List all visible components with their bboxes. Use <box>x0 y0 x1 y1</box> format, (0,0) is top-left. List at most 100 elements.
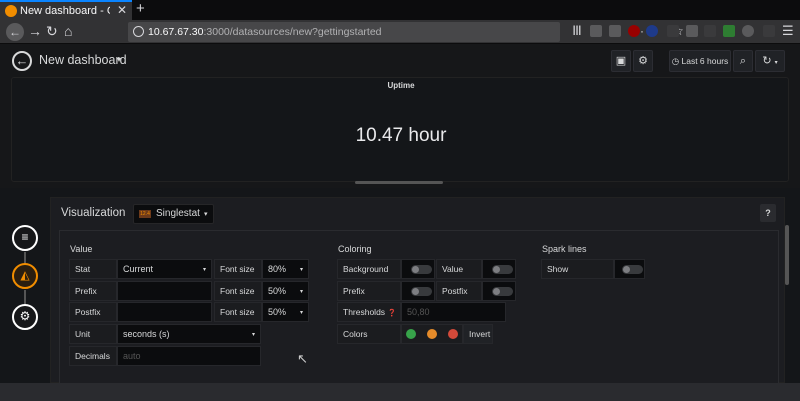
thresholds-input[interactable]: 50,80 <box>401 302 506 322</box>
save-dashboard-icon[interactable]: ▣ <box>611 50 631 72</box>
back-to-dashboard-icon[interactable]: ← <box>12 51 32 71</box>
font-size-value: 80% <box>268 264 287 274</box>
settings-gear-icon[interactable]: ⚙ <box>633 50 653 72</box>
coloring-section-title: Coloring <box>338 244 372 254</box>
invert-button[interactable]: Invert <box>463 324 493 344</box>
font-size-label: Font size <box>214 259 262 279</box>
extension-icon[interactable] <box>667 25 679 37</box>
panel-resize-handle[interactable] <box>355 181 443 184</box>
unit-select-value: seconds (s) <box>123 329 170 339</box>
thresholds-label: Thresholds ❓ <box>337 302 401 322</box>
stat-label: Stat <box>69 259 117 279</box>
chevron-down-icon: ▾ <box>251 332 255 338</box>
site-info-icon[interactable] <box>133 26 144 37</box>
visualization-picker[interactable]: 12.4 Singlestat ▾ <box>133 204 214 224</box>
home-icon[interactable]: ⌂ <box>64 23 72 39</box>
singlestat-plugin-icon: 12.4 <box>139 210 151 218</box>
chevron-down-icon: ▾ <box>299 310 303 316</box>
g-extension-icon[interactable] <box>723 25 735 37</box>
stat-select[interactable]: Current ▾ <box>117 259 212 279</box>
visualization-header: Visualization 12.4 Singlestat ▾ ? <box>51 198 786 228</box>
postfix-font-size-label: Font size <box>214 302 262 322</box>
url-bar[interactable]: 10.67.67.30:3000/datasources/new?getting… <box>128 22 684 42</box>
chevron-down-icon[interactable]: ▾ <box>117 55 121 64</box>
panel-value: 10.47 hour <box>355 125 447 146</box>
reload-icon[interactable]: ↻ <box>46 23 58 40</box>
value-toggle[interactable] <box>492 265 513 274</box>
queries-database-icon[interactable]: ≡ <box>12 225 38 251</box>
zoom-out-icon[interactable]: ⌕ <box>733 50 753 72</box>
prefix-coloring-label: Prefix <box>337 281 401 301</box>
color-swatch-warn[interactable] <box>427 329 437 339</box>
prefix-toggle[interactable] <box>411 287 432 296</box>
unit-select[interactable]: seconds (s) ▾ <box>117 324 261 344</box>
general-settings-gear-icon[interactable]: ⚙ <box>12 304 38 330</box>
s-extension-icon[interactable] <box>646 25 658 37</box>
postfix-font-size-value: 50% <box>268 307 287 317</box>
background-toggle-box[interactable] <box>401 259 435 279</box>
url-text: 10.67.67.30:3000/datasources/new?getting… <box>148 26 382 38</box>
browser-tab[interactable]: New dashboard - Grafana ✕ <box>0 0 132 20</box>
postfix-coloring-label: Postfix <box>436 281 482 301</box>
ublock-icon[interactable] <box>628 25 640 37</box>
hamburger-menu-icon[interactable]: ☰ <box>782 23 794 39</box>
help-button[interactable]: ? <box>760 204 776 222</box>
singlestat-panel[interactable]: Uptime 10.47 hour <box>11 77 789 182</box>
chevron-down-icon: ▾ <box>202 267 206 273</box>
color-swatch-ok[interactable] <box>406 329 416 339</box>
visualization-chart-icon[interactable]: ◭ <box>12 263 38 289</box>
extension-icon[interactable] <box>704 25 716 37</box>
postfix-toggle-box[interactable] <box>482 281 516 301</box>
screenshot-icon[interactable] <box>609 25 621 37</box>
time-range-label: Last 6 hours <box>681 56 729 66</box>
chevron-down-icon: ▾ <box>774 60 778 66</box>
library-icon[interactable]: ||| <box>571 25 583 37</box>
postfix-font-size-select[interactable]: 50% ▾ <box>262 302 309 322</box>
prefix-toggle-box[interactable] <box>401 281 435 301</box>
editor-sidebar: ≡ ◭ ⚙ <box>0 188 50 383</box>
sparkline-toggle-box[interactable] <box>614 259 645 279</box>
extension-icon[interactable] <box>686 25 698 37</box>
decimals-label: Decimals <box>69 346 117 366</box>
prefix-input[interactable] <box>117 281 212 301</box>
dashboard-header: ← New dashboard ▾ ▣ ⚙ ◷ Last 6 hours ⌕ ↻… <box>0 45 800 77</box>
back-arrow-icon[interactable]: ← <box>6 23 24 41</box>
visualization-label: Visualization <box>61 207 126 219</box>
mouse-cursor-icon: ↖ <box>297 351 308 366</box>
url-path: :3000/datasources/new?gettingstarted <box>203 26 382 38</box>
prefix-font-size-value: 50% <box>268 286 287 296</box>
extension-icon[interactable] <box>763 25 775 37</box>
value-font-size-select[interactable]: 80% ▾ <box>262 259 309 279</box>
dashboard-title[interactable]: New dashboard <box>39 53 127 67</box>
show-sparkline-label: Show <box>541 259 614 279</box>
color-swatch-critical[interactable] <box>448 329 458 339</box>
panel-title[interactable]: Uptime <box>12 81 790 90</box>
chevron-down-icon: ▾ <box>204 211 208 218</box>
clock-icon: ◷ <box>671 56 680 66</box>
browser-tab-bar: New dashboard - Grafana ✕ + <box>0 0 800 20</box>
sidebar-icon[interactable] <box>590 25 602 37</box>
tab-title: New dashboard - Grafana <box>20 5 110 17</box>
postfix-toggle[interactable] <box>492 287 513 296</box>
time-range-picker[interactable]: ◷ Last 6 hours <box>669 50 731 72</box>
value-toggle-box[interactable] <box>482 259 516 279</box>
visualization-picker-value: Singlestat <box>156 208 200 219</box>
sparkline-toggle[interactable] <box>622 265 643 274</box>
c-extension-icon[interactable] <box>742 25 754 37</box>
divider <box>24 290 26 304</box>
postfix-input[interactable] <box>117 302 212 322</box>
prefix-font-size-select[interactable]: 50% ▾ <box>262 281 309 301</box>
refresh-button[interactable]: ↻ ▾ <box>755 50 785 72</box>
thresholds-label-text: Thresholds <box>343 307 386 317</box>
info-icon[interactable]: ❓ <box>387 310 396 317</box>
value-section-title: Value <box>70 244 93 254</box>
close-tab-icon[interactable]: ✕ <box>117 3 127 17</box>
new-tab-button[interactable]: + <box>136 0 145 17</box>
postfix-label: Postfix <box>69 302 117 322</box>
background-label: Background <box>337 259 401 279</box>
background-toggle[interactable] <box>411 265 432 274</box>
stat-select-value: Current <box>123 264 154 274</box>
forward-arrow-icon[interactable]: → <box>28 23 42 39</box>
decimals-input[interactable]: auto <box>117 346 261 366</box>
scrollbar[interactable] <box>785 225 789 285</box>
